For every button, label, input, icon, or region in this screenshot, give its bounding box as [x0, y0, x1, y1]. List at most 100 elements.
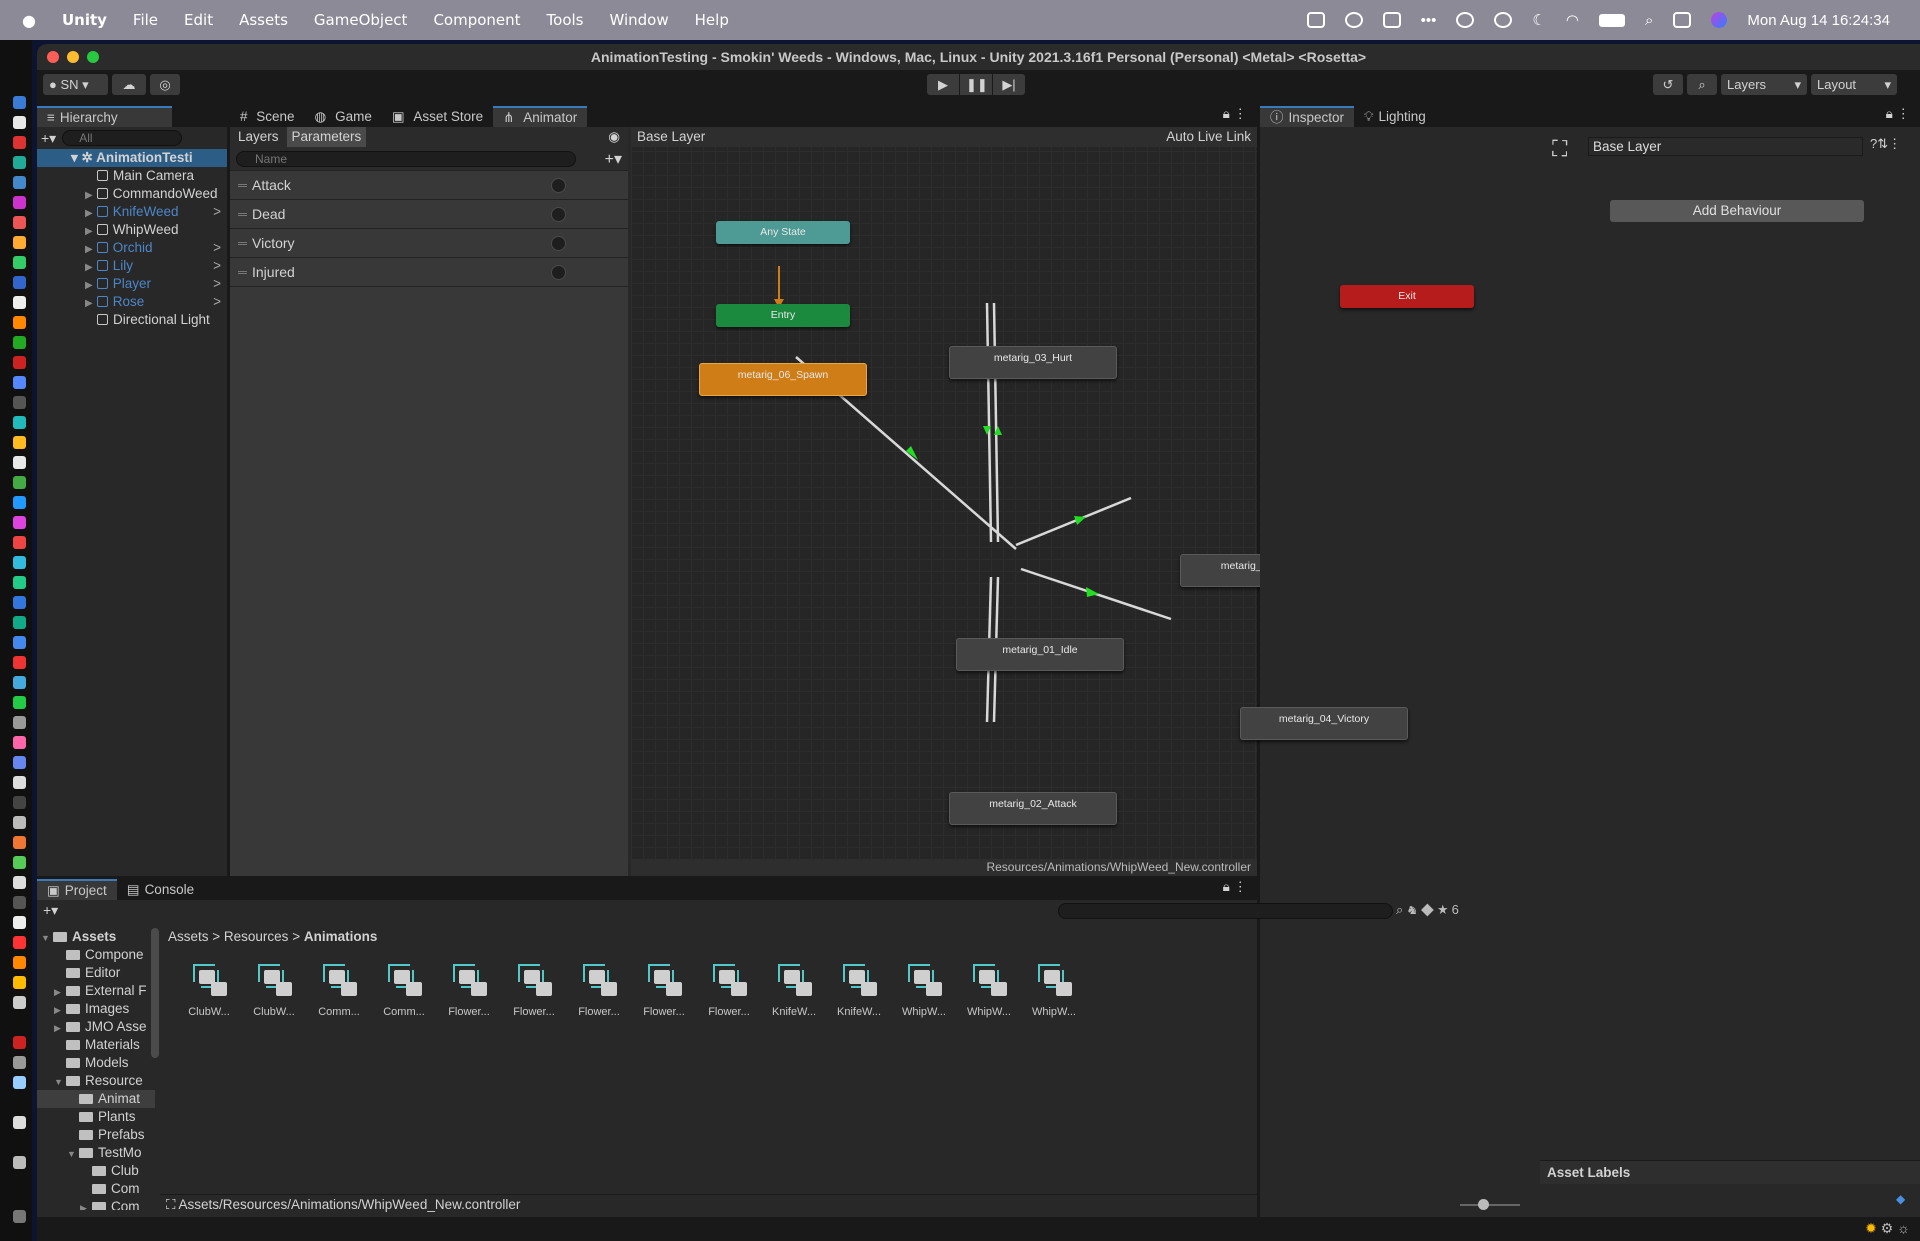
- hierarchy-item[interactable]: ▶ WhipWeed: [37, 221, 227, 239]
- dock-app-icon[interactable]: [13, 216, 26, 229]
- tab-console[interactable]: ▤ Console: [117, 879, 204, 900]
- zoom-window-icon[interactable]: [87, 51, 99, 63]
- dock-app-icon[interactable]: [13, 676, 26, 689]
- expand-arrow-icon[interactable]: ▼: [41, 929, 53, 946]
- dock-app-icon[interactable]: [13, 256, 26, 269]
- dock-app-icon[interactable]: [13, 316, 26, 329]
- expand-arrow-icon[interactable]: ▶: [85, 208, 93, 219]
- dock-app-icon[interactable]: [13, 796, 26, 809]
- dock-app-icon[interactable]: [13, 1076, 26, 1089]
- icon-size-slider-track[interactable]: [1460, 1204, 1520, 1206]
- dock-app-icon[interactable]: [13, 856, 26, 869]
- project-tree-item[interactable]: Compone: [37, 946, 155, 964]
- dock-app-icon[interactable]: [13, 196, 26, 209]
- trigger-toggle[interactable]: [551, 265, 566, 280]
- help-icon[interactable]: ?⇅⋮: [1870, 136, 1901, 152]
- trigger-toggle[interactable]: [551, 207, 566, 222]
- project-tree-item[interactable]: ▶ External F: [37, 982, 155, 1000]
- tab-animator[interactable]: ⋔ Animator: [493, 106, 588, 127]
- drag-handle-icon[interactable]: [238, 213, 247, 216]
- tab-asset-store[interactable]: ▣ Asset Store: [382, 106, 493, 127]
- idle-to-death-transition[interactable]: [1015, 496, 1132, 547]
- dock-app-icon[interactable]: [13, 596, 26, 609]
- state-metarig-01-idle[interactable]: metarig_01_Idle: [956, 638, 1124, 671]
- dock-app-icon[interactable]: [13, 116, 26, 129]
- icon-size-slider-thumb[interactable]: [1478, 1199, 1489, 1210]
- dock-app-icon[interactable]: [13, 436, 26, 449]
- dock-app-icon[interactable]: [13, 96, 26, 109]
- dock-app-icon[interactable]: [13, 296, 26, 309]
- state-metarig-04-victory-node[interactable]: metarig_04_Victory: [1240, 707, 1408, 740]
- parameter-row[interactable]: Attack: [230, 171, 628, 200]
- hierarchy-item[interactable]: Main Camera: [37, 167, 227, 185]
- layers-dropdown[interactable]: Layers ▾: [1721, 74, 1807, 95]
- expand-arrow-icon[interactable]: ▶: [85, 244, 93, 255]
- parameter-search-input[interactable]: [236, 150, 576, 167]
- parameter-row[interactable]: Injured: [230, 258, 628, 287]
- time-machine-icon[interactable]: [1494, 12, 1513, 28]
- animator-controller-asset[interactable]: Flower...: [700, 960, 758, 1018]
- animator-controller-asset[interactable]: ClubW...: [180, 960, 238, 1018]
- app-menu[interactable]: Unity: [62, 11, 107, 29]
- tag-icon[interactable]: ◆: [1896, 1192, 1905, 1206]
- state-metarig-06-spawn[interactable]: metarig_06_Spawn: [699, 363, 867, 396]
- collab-button[interactable]: ◎: [150, 74, 180, 95]
- tab-lighting[interactable]: 💡︎ Lighting: [1354, 106, 1436, 127]
- project-tree-item[interactable]: Com: [37, 1180, 155, 1198]
- scene-root-row[interactable]: ▾ ✲ AnimationTesti: [37, 149, 227, 167]
- animator-controller-asset[interactable]: WhipW...: [1025, 960, 1083, 1018]
- expand-arrow-icon[interactable]: ▶: [85, 226, 93, 237]
- hierarchy-item[interactable]: ▶ Rose >: [37, 293, 227, 311]
- menu-help[interactable]: Help: [695, 11, 729, 29]
- expand-arrow-icon[interactable]: ▶: [85, 190, 93, 201]
- animator-controller-asset[interactable]: Flower...: [505, 960, 563, 1018]
- dock-app-icon[interactable]: [13, 516, 26, 529]
- dock-app-icon[interactable]: [13, 1056, 26, 1069]
- moon-icon[interactable]: ☾: [1532, 11, 1545, 29]
- parameter-row[interactable]: Victory: [230, 229, 628, 258]
- project-tree-item[interactable]: ▶ JMO Asse: [37, 1018, 155, 1036]
- dock-app-icon[interactable]: [13, 976, 26, 989]
- dock-app-icon[interactable]: [13, 696, 26, 709]
- chevron-right-icon[interactable]: >: [213, 239, 221, 257]
- chevron-right-icon[interactable]: >: [213, 257, 221, 275]
- menubar-clock[interactable]: Mon Aug 14 16:24:34: [1747, 12, 1890, 29]
- animator-graph[interactable]: Base Layer Auto Live Link Any State Entr…: [631, 127, 1348, 876]
- status-icons[interactable]: ✹ ⚙ ☼: [1865, 1220, 1910, 1237]
- hierarchy-item[interactable]: Directional Light: [37, 311, 227, 329]
- tab-scene[interactable]: # Scene: [230, 106, 305, 127]
- layer-name-field[interactable]: [1588, 137, 1863, 156]
- project-tree-item[interactable]: Prefabs: [37, 1126, 155, 1144]
- wifi-icon[interactable]: ◠: [1566, 11, 1579, 29]
- tree-scrollbar[interactable]: [151, 928, 159, 1058]
- expand-arrow-icon[interactable]: ▼: [54, 1073, 66, 1090]
- menu-edit[interactable]: Edit: [184, 11, 213, 29]
- dock-app-icon[interactable]: [13, 336, 26, 349]
- animator-controller-asset[interactable]: KnifeW...: [830, 960, 888, 1018]
- history-button[interactable]: ↺: [1653, 74, 1683, 95]
- chevron-right-icon[interactable]: >: [213, 293, 221, 311]
- animator-controller-asset[interactable]: Comm...: [310, 960, 368, 1018]
- dock-app-icon[interactable]: [13, 376, 26, 389]
- dock-app-icon[interactable]: [13, 956, 26, 969]
- search-icon[interactable]: ⌕: [1645, 12, 1653, 29]
- hierarchy-search-input[interactable]: [62, 130, 183, 146]
- close-window-icon[interactable]: [47, 51, 59, 63]
- control-center-icon[interactable]: [1673, 12, 1692, 28]
- drag-handle-icon[interactable]: [238, 242, 247, 245]
- project-tree-item[interactable]: Plants: [37, 1108, 155, 1126]
- dock-app-icon[interactable]: [13, 936, 26, 949]
- project-tree-item[interactable]: ▶ Images: [37, 1000, 155, 1018]
- dock-app-icon[interactable]: [13, 236, 26, 249]
- chevron-right-icon[interactable]: >: [213, 203, 221, 221]
- animator-controller-asset[interactable]: Comm...: [375, 960, 433, 1018]
- expand-arrow-icon[interactable]: ▶: [85, 280, 93, 291]
- add-parameter-button[interactable]: +▾: [605, 149, 622, 169]
- cloud-status-icon[interactable]: [1344, 12, 1363, 28]
- expand-arrow-icon[interactable]: ▶: [54, 1001, 66, 1018]
- hierarchy-item[interactable]: ▶ KnifeWeed >: [37, 203, 227, 221]
- app-status-icon[interactable]: [1382, 12, 1401, 28]
- lock-icon[interactable]: 🔒︎ ⋮: [1223, 106, 1257, 127]
- step-button[interactable]: ▶|: [993, 74, 1025, 95]
- animator-controller-asset[interactable]: Flower...: [440, 960, 498, 1018]
